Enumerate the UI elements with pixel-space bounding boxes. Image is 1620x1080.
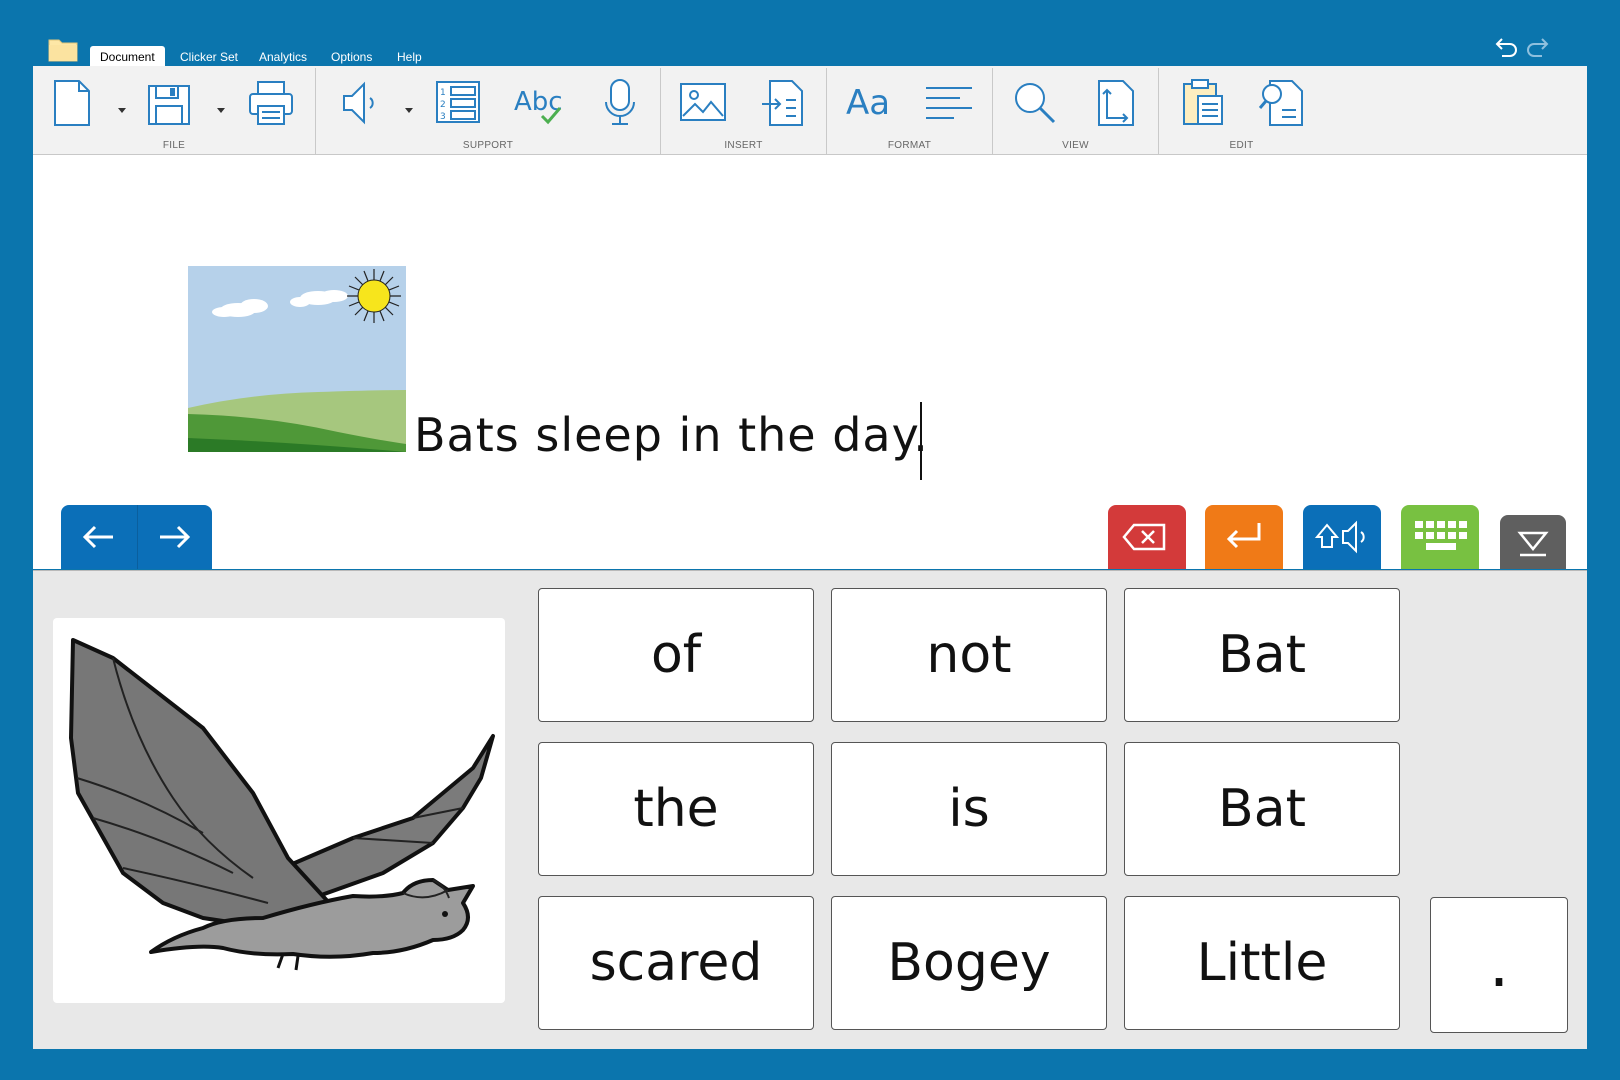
speak-icon: [1314, 520, 1365, 554]
hide-grid-button[interactable]: [1500, 515, 1566, 569]
group-label-view: VIEW: [1062, 140, 1089, 151]
document-text[interactable]: Bats sleep in the day.: [414, 408, 929, 462]
forward-button[interactable]: [137, 505, 212, 569]
enter-icon: [1226, 523, 1261, 549]
save-dropdown-icon[interactable]: [216, 100, 226, 113]
grid-cell-bogey[interactable]: Bogey: [831, 896, 1107, 1030]
svg-text:2: 2: [440, 100, 446, 110]
text-cursor: [920, 402, 922, 480]
tab-help[interactable]: Help: [397, 46, 422, 68]
tab-document[interactable]: Document: [90, 46, 165, 68]
bat-picture[interactable]: [53, 618, 505, 1003]
keyboard-button[interactable]: [1401, 505, 1479, 569]
svg-text:Aa: Aa: [846, 83, 890, 123]
insert-picture-icon[interactable]: [680, 78, 726, 128]
hide-grid-icon: [1517, 531, 1549, 557]
font-icon[interactable]: Aa: [845, 78, 891, 128]
delete-button[interactable]: [1108, 505, 1186, 569]
speak-button[interactable]: [1303, 505, 1381, 569]
grid-cell-little[interactable]: Little: [1124, 896, 1400, 1030]
group-label-edit: EDIT: [1229, 140, 1254, 151]
save-icon[interactable]: [146, 78, 192, 128]
svg-text:1: 1: [440, 88, 446, 98]
folder-icon[interactable]: [48, 36, 78, 62]
redo-icon[interactable]: [1524, 34, 1552, 62]
numbered-list-icon[interactable]: 1 2 3: [435, 78, 481, 128]
paste-icon[interactable]: [1180, 78, 1226, 128]
microphone-icon[interactable]: [597, 78, 643, 128]
grid-cell-bat[interactable]: Bat: [1124, 742, 1400, 876]
arrow-right-icon: [160, 525, 191, 549]
svg-text:3: 3: [440, 112, 446, 122]
speech-icon[interactable]: [338, 78, 384, 128]
grid-cell-bat[interactable]: Bat: [1124, 588, 1400, 722]
grid-cell-is[interactable]: is: [831, 742, 1107, 876]
group-label-support: SUPPORT: [462, 140, 514, 151]
group-label-insert: INSERT: [724, 140, 763, 151]
grid-cell-of[interactable]: of: [538, 588, 814, 722]
enter-button[interactable]: [1205, 505, 1283, 569]
back-button[interactable]: [61, 505, 137, 569]
grid-cell-the[interactable]: the: [538, 742, 814, 876]
tab-options[interactable]: Options: [331, 46, 372, 68]
undo-icon[interactable]: [1492, 34, 1520, 62]
group-label-file: FILE: [162, 140, 186, 151]
group-label-format: FORMAT: [887, 140, 932, 151]
speech-dropdown-icon[interactable]: [404, 100, 414, 113]
spellcheck-icon[interactable]: Abc: [512, 78, 568, 128]
grid-cell-scared[interactable]: scared: [538, 896, 814, 1030]
new-dropdown-icon[interactable]: [117, 100, 127, 113]
print-icon[interactable]: [248, 78, 294, 128]
arrow-left-icon: [82, 525, 113, 549]
delete-icon: [1122, 523, 1166, 551]
tab-clicker-set[interactable]: Clicker Set: [180, 46, 238, 68]
grid-cell-not[interactable]: not: [831, 588, 1107, 722]
keyboard-icon: [1415, 521, 1467, 550]
tab-analytics[interactable]: Analytics: [259, 46, 307, 68]
new-document-icon[interactable]: [50, 78, 96, 128]
alignment-icon[interactable]: [924, 78, 974, 128]
insert-file-icon[interactable]: [760, 78, 806, 128]
find-icon[interactable]: [1258, 78, 1304, 128]
zoom-icon[interactable]: [1012, 78, 1058, 128]
grid-cell-full-stop[interactable]: .: [1430, 897, 1568, 1033]
page-size-icon[interactable]: [1093, 78, 1139, 128]
sunny-field-picture[interactable]: [188, 266, 406, 452]
